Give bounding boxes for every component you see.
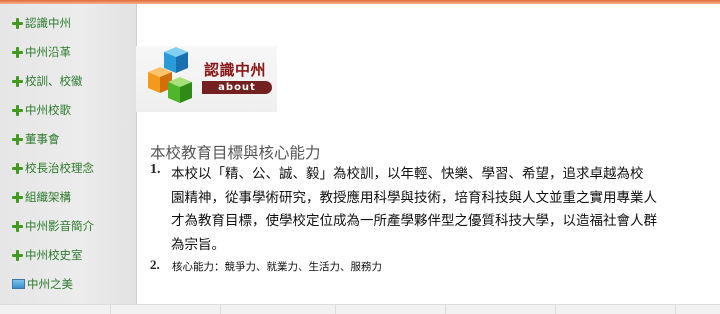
list-number: 2.	[150, 257, 160, 272]
sidebar-item-video-intro[interactable]: 中州影音簡介	[0, 215, 136, 237]
sidebar-item-history-room[interactable]: 中州校史室	[0, 244, 136, 266]
sidebar-item-label: 校長治校理念	[25, 161, 94, 175]
sidebar-item-label: 組織架構	[25, 190, 71, 204]
sidebar-item-label: 校訓、校徽	[25, 74, 83, 88]
sidebar-item-about[interactable]: 認識中州	[0, 12, 136, 34]
sidebar-item-label: 中州之美	[27, 277, 73, 291]
image-icon	[12, 279, 25, 289]
banner-badge: about	[202, 81, 272, 94]
plus-icon	[12, 162, 23, 174]
plus-icon	[12, 46, 23, 58]
sidebar-item-label: 認識中州	[25, 16, 71, 30]
plus-icon	[12, 191, 23, 203]
section-heading: 本校教育目標與核心能力	[150, 144, 321, 162]
plus-icon	[12, 220, 23, 232]
sidebar-item-history[interactable]: 中州沿革	[0, 41, 136, 63]
list-item-line: 為宗旨。	[171, 237, 225, 253]
sidebar-item-label: 中州校歌	[25, 103, 71, 117]
sidebar-item-school-song[interactable]: 中州校歌	[0, 99, 136, 121]
sidebar-item-label: 中州校史室	[25, 248, 83, 262]
about-banner: 認識中州 about	[136, 46, 277, 112]
plus-icon	[12, 104, 23, 116]
sidebar-item-label: 中州沿革	[25, 45, 71, 59]
sidebar-item-board[interactable]: 董事會	[0, 128, 136, 150]
sidebar-item-label: 董事會	[25, 132, 60, 146]
sidebar-item-president-philosophy[interactable]: 校長治校理念	[0, 157, 136, 179]
sidebar-item-motto-emblem[interactable]: 校訓、校徽	[0, 70, 136, 92]
core-abilities-text: 核心能力：競爭力、就業力、生活力、服務力	[172, 261, 382, 273]
sidebar-nav: 認識中州 中州沿革 校訓、校徽 中州校歌 董事會 校長治校理念 組織架構 中州影…	[0, 4, 137, 304]
list-item-line: 園精神，從事學術研究，教授應用科學與技術，培育科技與人文並重之實用專業人	[171, 190, 657, 206]
plus-icon	[12, 75, 23, 87]
list-item-line: 才為教育目標，使學校定位成為一所產學夥伴型之優質科技大學，以造福社會人群	[171, 213, 657, 229]
sidebar-item-label: 中州影音簡介	[25, 219, 94, 233]
plus-icon	[12, 17, 23, 29]
cubes-icon	[148, 47, 192, 103]
list-item-line: 本校以「精、公、誠、毅」為校訓，以年輕、快樂、學習、希望，追求卓越為校	[171, 166, 644, 182]
banner-title: 認識中州	[204, 61, 267, 79]
sidebar-item-campus-beauty[interactable]: 中州之美	[0, 273, 136, 295]
sidebar-item-organization[interactable]: 組織架構	[0, 186, 136, 208]
list-number: 1.	[150, 162, 161, 177]
plus-icon	[12, 249, 23, 261]
plus-icon	[12, 133, 23, 145]
